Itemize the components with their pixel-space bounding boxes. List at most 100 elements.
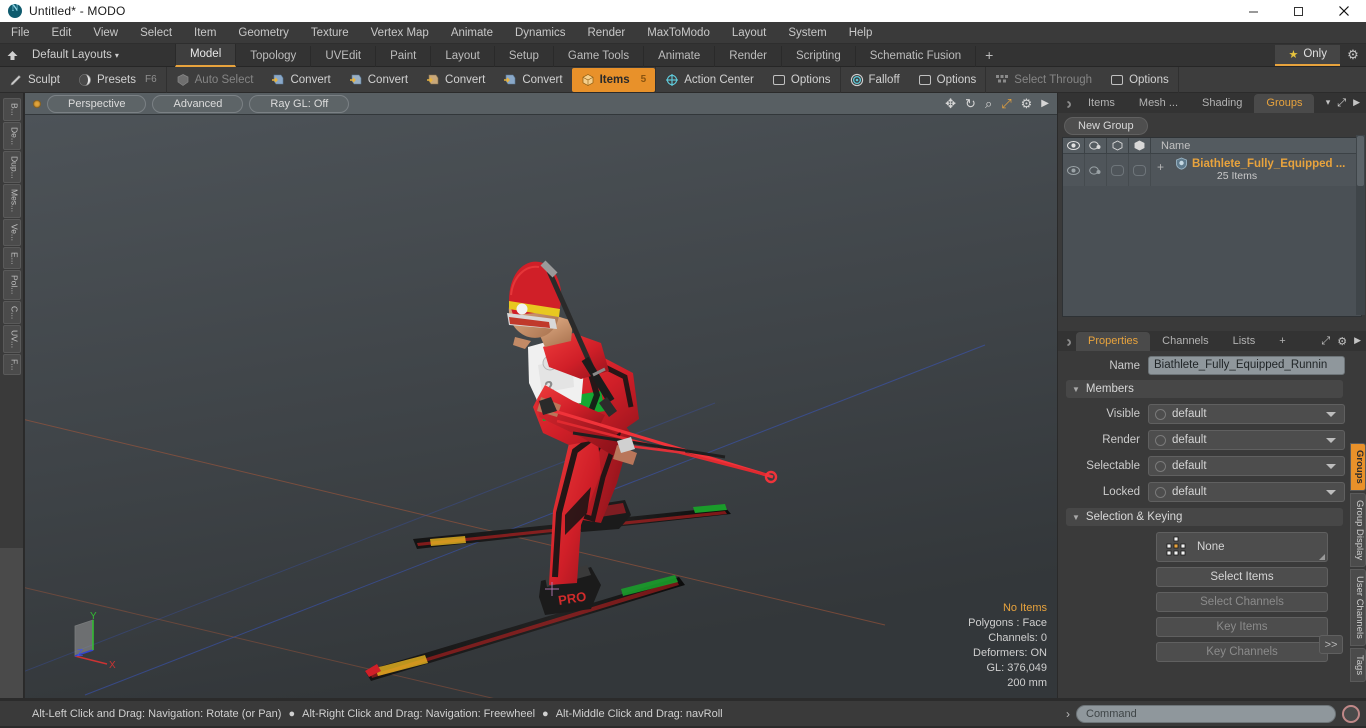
menu-dynamics[interactable]: Dynamics [504, 22, 576, 44]
pan-icon[interactable]: ✥ [945, 97, 956, 110]
menu-system[interactable]: System [777, 22, 837, 44]
select-channels-button[interactable]: Select Channels [1156, 592, 1328, 612]
tab-setup[interactable]: Setup [495, 45, 554, 67]
viewport-canvas[interactable]: PRO 2 [25, 115, 1057, 698]
tab-animate[interactable]: Animate [644, 45, 716, 67]
tab-properties[interactable]: Properties [1076, 332, 1151, 351]
right-rail-tab-groups[interactable]: Groups [1350, 443, 1366, 491]
row-render-toggle[interactable] [1085, 154, 1107, 186]
left-rail-tab-0[interactable]: B... [2, 98, 21, 121]
menu-edit[interactable]: Edit [41, 22, 83, 44]
maximize-viewport-icon[interactable]: ⤢ [1001, 97, 1011, 110]
zoom-icon[interactable]: ⌕ [985, 97, 992, 110]
tab-items[interactable]: Items [1076, 94, 1127, 113]
panel-rotate-handle-icon[interactable] [1062, 99, 1073, 110]
minimize-button[interactable] [1231, 0, 1276, 22]
viewport-3d[interactable]: Perspective Advanced Ray GL: Off ✥ ↻ ⌕ ⤢… [25, 93, 1057, 698]
tool-sculpt[interactable]: Sculpt [0, 68, 69, 92]
only-toggle-button[interactable]: ★ Only [1275, 44, 1340, 66]
right-rail-tab-tags[interactable]: Tags [1350, 647, 1366, 682]
tab-lists[interactable]: Lists [1221, 332, 1268, 351]
command-input[interactable]: Command [1076, 704, 1336, 723]
tool-select-through-options[interactable]: Options [1101, 68, 1178, 92]
tab-schematic-fusion[interactable]: Schematic Fusion [856, 45, 977, 67]
tab-paint[interactable]: Paint [376, 45, 432, 67]
tool-items[interactable]: Items 5 [571, 67, 656, 92]
menu-layout[interactable]: Layout [721, 22, 778, 44]
tool-action-center-options[interactable]: Options [763, 68, 840, 92]
key-channels-button[interactable]: Key Channels [1156, 642, 1328, 662]
left-rail-tab-5[interactable]: E... [2, 246, 21, 270]
left-rail-tab-1[interactable]: De... [2, 121, 21, 150]
selection-keying-section-header[interactable]: ▼ Selection & Keying [1066, 508, 1343, 526]
menu-render[interactable]: Render [576, 22, 636, 44]
viewport-menu-arrow-icon[interactable]: ▶ [1041, 98, 1049, 109]
tab-layout[interactable]: Layout [431, 45, 495, 67]
group-list[interactable]: Name + Biathlete_Fully_Equipped ... 25 I… [1062, 137, 1362, 317]
tool-auto-select[interactable]: Auto Select [167, 68, 263, 92]
right-rail-tab-group-display[interactable]: Group Display [1350, 492, 1366, 567]
tab-channels[interactable]: Channels [1150, 332, 1220, 351]
tool-select-through[interactable]: Select Through [986, 68, 1101, 92]
tab-topology[interactable]: Topology [236, 45, 312, 67]
left-rail-tab-6[interactable]: Pol... [2, 270, 21, 300]
viewport-projection-dropdown[interactable]: Perspective [47, 94, 147, 113]
tool-action-center[interactable]: Action Center [656, 68, 763, 92]
tab-uvedit[interactable]: UVEdit [311, 45, 377, 67]
table-row[interactable]: + Biathlete_Fully_Equipped ... 25 Items [1063, 154, 1361, 186]
tool-falloff-options[interactable]: Options [909, 68, 986, 92]
tool-convert-edge[interactable]: Convert [340, 68, 417, 92]
default-layouts-dropdown[interactable]: Default Layouts ▾ [24, 49, 127, 61]
left-rail-tab-9[interactable]: F... [2, 354, 21, 376]
menu-help[interactable]: Help [838, 22, 884, 44]
right-rail-tab-user-channels[interactable]: User Channels [1350, 568, 1366, 646]
tab-model[interactable]: Model [174, 43, 237, 67]
panel-menu-arrow-icon[interactable]: ▶ [1353, 97, 1360, 110]
panel-popout-icon[interactable]: ⤢ [1337, 97, 1346, 110]
menu-animate[interactable]: Animate [440, 22, 504, 44]
close-button[interactable] [1321, 0, 1366, 22]
tool-falloff[interactable]: Falloff [841, 68, 909, 92]
tab-scripting[interactable]: Scripting [782, 45, 856, 67]
menu-geometry[interactable]: Geometry [227, 22, 300, 44]
viewport-shading-dropdown[interactable]: Advanced [152, 94, 244, 113]
selectable-dropdown[interactable]: default [1148, 456, 1345, 476]
tab-groups[interactable]: Groups [1254, 94, 1315, 113]
row-name-cell[interactable]: + Biathlete_Fully_Equipped ... 25 Items [1151, 154, 1361, 186]
tool-convert-material[interactable]: Convert [494, 68, 571, 92]
properties-menu-arrow-icon[interactable]: ▶ [1354, 335, 1361, 348]
settings-gear-icon[interactable]: ⚙ [1340, 47, 1366, 63]
record-circle-icon[interactable] [1342, 704, 1360, 723]
left-rail-tab-4[interactable]: Ve... [2, 218, 21, 246]
locked-dropdown[interactable]: default [1148, 482, 1345, 502]
add-tab-button[interactable]: + [976, 44, 1002, 67]
menu-select[interactable]: Select [129, 22, 183, 44]
row-expander[interactable]: + [1157, 160, 1164, 174]
left-rail-tab-2[interactable]: Dup... [2, 150, 21, 184]
tool-convert-polygon[interactable]: Convert [417, 68, 494, 92]
tab-game-tools[interactable]: Game Tools [554, 45, 645, 67]
menu-maxtomodo[interactable]: MaxToModo [636, 22, 721, 44]
properties-gear-icon[interactable]: ⚙ [1337, 335, 1347, 348]
left-rail-tab-7[interactable]: C... [2, 300, 21, 324]
tab-mesh[interactable]: Mesh ... [1127, 94, 1190, 113]
maximize-button[interactable] [1276, 0, 1321, 22]
tab-shading[interactable]: Shading [1190, 94, 1254, 113]
row-visibility-toggle[interactable] [1063, 154, 1085, 186]
group-list-scrollbar[interactable] [1356, 135, 1365, 315]
rotate-icon[interactable]: ↻ [965, 97, 976, 110]
name-input[interactable]: Biathlete_Fully_Equipped_Runnin [1148, 356, 1345, 375]
selection-set-button[interactable]: None [1156, 532, 1328, 562]
menu-item[interactable]: Item [183, 22, 227, 44]
properties-rotate-handle-icon[interactable] [1062, 337, 1073, 348]
row-locked-toggle[interactable] [1129, 154, 1151, 186]
tab-render[interactable]: Render [715, 45, 782, 67]
menu-view[interactable]: View [82, 22, 129, 44]
left-rail-tab-8[interactable]: UV... [2, 324, 21, 354]
tool-convert-vertex[interactable]: Convert [262, 68, 339, 92]
tab-add-properties[interactable]: + [1267, 332, 1297, 351]
tool-presets[interactable]: Presets F6 [69, 68, 166, 92]
key-items-button[interactable]: Key Items [1156, 617, 1328, 637]
visible-dropdown[interactable]: default [1148, 404, 1345, 424]
viewport-settings-gear-icon[interactable]: ⚙ [1021, 97, 1033, 110]
